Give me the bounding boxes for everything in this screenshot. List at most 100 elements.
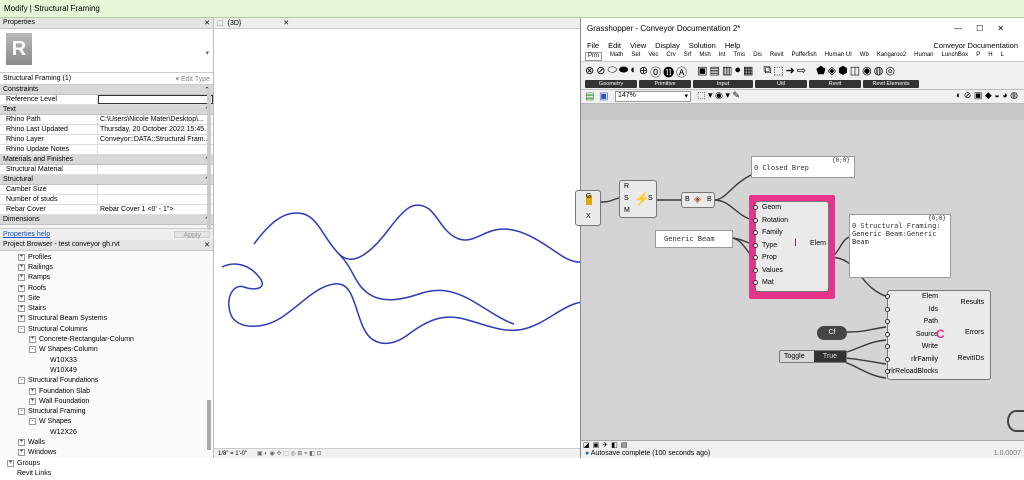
tree-item[interactable]: + Stairs [3, 303, 210, 313]
tree-item[interactable]: + Foundation Slab [3, 386, 210, 396]
tree-item[interactable]: - Structural Columns [3, 324, 210, 334]
expand-icon[interactable]: + [29, 397, 36, 405]
expand-icon[interactable]: + [18, 438, 25, 446]
collapse-icon[interactable]: - [29, 346, 36, 354]
chevron-down-icon[interactable]: ▾ [205, 49, 209, 57]
tree-item[interactable]: + Windows [3, 448, 210, 458]
gh-menu-item[interactable]: Help [725, 41, 740, 51]
close-icon[interactable]: ✕ [997, 24, 1018, 33]
collapse-icon[interactable]: - [18, 408, 25, 416]
gh-menu-item[interactable]: Solution [689, 41, 716, 51]
expand-icon[interactable]: + [18, 305, 25, 313]
gh-tab[interactable]: Trns [733, 52, 745, 61]
tree-item[interactable]: Revit Links [3, 468, 210, 478]
gh-tab[interactable]: Vec [648, 52, 658, 61]
gh-menu-item[interactable]: Edit [608, 41, 621, 51]
property-value[interactable]: Rebar Cover 1 <0' - 1"> [98, 205, 213, 214]
gh-partial-node[interactable]: G X [575, 190, 601, 226]
gh-menu-item[interactable]: Display [655, 41, 680, 51]
property-value[interactable] [98, 195, 213, 204]
close-icon[interactable]: ✕ [204, 19, 210, 27]
gh-input-port[interactable] [753, 230, 758, 235]
gh-input-port[interactable] [753, 255, 758, 260]
collapse-icon[interactable]: - [29, 418, 36, 426]
gh-input-port[interactable] [753, 205, 758, 210]
property-category[interactable]: Dimensions⌃ [0, 215, 213, 225]
expand-icon[interactable]: + [18, 253, 25, 261]
tree-item[interactable]: - Structural Foundations [3, 376, 210, 386]
gh-tab[interactable]: Kangaroo2 [877, 52, 906, 61]
tree-item[interactable]: + Railings [3, 262, 210, 272]
expand-icon[interactable]: + [18, 315, 25, 323]
expand-icon[interactable]: + [18, 284, 25, 292]
properties-help-link[interactable]: Properties help [3, 231, 50, 238]
gh-brep-node[interactable]: B ◈ B [681, 192, 715, 208]
apply-button[interactable]: Apply [174, 231, 210, 239]
view-3d[interactable]: ⬚ {3D} ✕ 1/8" = 1'-0" ▣ ◐ ◉ ✣ ⬚ ◎ ⊞ ⌖ ◧ … [214, 18, 586, 458]
tree-item[interactable]: + Ramps [3, 273, 210, 283]
maximize-icon[interactable]: ☐ [976, 24, 997, 33]
edit-type-button[interactable]: Edit Type [181, 76, 210, 83]
gh-boolean-toggle[interactable]: Toggle True [779, 350, 847, 363]
property-value[interactable] [98, 165, 213, 174]
gh-tab[interactable]: LunchBox [942, 52, 969, 61]
gh-toolbar-group[interactable]: Primitive [639, 80, 691, 88]
gh-tab[interactable]: Msh [699, 52, 710, 61]
preview-icons[interactable]: ◐ ⊘ ▣ ◆ ◒ ◕ ◍ [956, 90, 1018, 101]
gh-tab[interactable]: H [988, 52, 992, 61]
expand-icon[interactable]: + [18, 294, 25, 302]
view-control-icons[interactable]: ▣ ◐ ◉ ✣ ⬚ ◎ ⊞ ⌖ ◧ ⊡ [257, 451, 322, 457]
tree-item[interactable]: -W Shapes [3, 417, 210, 427]
tree-item[interactable]: + Site [3, 293, 210, 303]
properties-scrollbar[interactable] [207, 90, 211, 230]
gh-toolbar-group[interactable]: Revit [809, 80, 861, 88]
gh-tab[interactable]: Pufferfish [792, 52, 817, 61]
close-icon[interactable]: ✕ [283, 19, 289, 27]
property-value[interactable] [98, 95, 213, 104]
gh-input-port[interactable] [885, 356, 890, 362]
gh-tab[interactable]: Int [719, 52, 726, 61]
gh-conveyor-node[interactable]: Elem Ids Path Source Write rlrFamily rlrReload… [885, 290, 991, 380]
property-value[interactable]: Conveyor::DATA::Structural Fram... [98, 135, 213, 144]
property-value[interactable]: C:\Users\Nicole Mater\Desktop\... [98, 115, 213, 124]
tree-item[interactable]: -W Shapes-Column [3, 345, 210, 355]
tree-item[interactable]: + Roofs [3, 283, 210, 293]
property-category[interactable]: Text⌃ [0, 105, 213, 115]
gh-tab[interactable]: L [1001, 52, 1004, 61]
tree-item[interactable]: W10X33 [3, 355, 210, 365]
property-category[interactable]: Materials and Finishes⌃ [0, 155, 213, 165]
collapse-icon[interactable]: - [18, 377, 25, 385]
tree-item[interactable]: + Walls [3, 437, 210, 447]
gh-input-port[interactable] [753, 217, 758, 223]
instance-selector[interactable]: Structural Framing (1) ▾ Edit Type [0, 73, 213, 85]
close-icon[interactable]: ✕ [204, 241, 210, 249]
tree-item[interactable]: W10X49 [3, 365, 210, 375]
gh-tab[interactable]: Srf [684, 52, 692, 61]
gh-cf-node[interactable]: Cf [817, 326, 847, 340]
gh-toolbar-group[interactable]: Input [693, 80, 753, 88]
browser-scrollbar[interactable] [207, 400, 211, 450]
gh-tab[interactable]: Human UI [825, 52, 852, 61]
property-category[interactable]: Constraints⌃ [0, 85, 213, 95]
tree-item[interactable]: + Structural Beam Systems [3, 314, 210, 324]
gh-input-port[interactable] [753, 242, 758, 248]
expand-icon[interactable]: + [29, 387, 36, 395]
property-value[interactable] [98, 145, 213, 154]
gh-tab[interactable]: Dis [753, 52, 762, 61]
gh-add-structural-framing-node[interactable]: Geom Rotation Family Type Prop Values Mat Ⅰ El… [753, 201, 829, 292]
gh-component-icons[interactable]: ⊗ ⊘ ⬭ ⬬ ◐ ⊕ ⓪ ⓫ Ⓐ ▣ ▤ ▥ ● ▦ ⧉ ⬚ ➜ ⇨ ⬟ ◈ ⬢ ◫ ◉ ◍ ◎ [585, 64, 895, 80]
gh-doc-name[interactable]: Conveyor Documentation [933, 41, 1018, 51]
view-tab-3d[interactable]: {3D} [228, 20, 242, 27]
gh-tab[interactable]: Set [631, 52, 640, 61]
expand-icon[interactable]: + [18, 263, 25, 271]
gh-toolbar-group[interactable]: Geometry [585, 80, 637, 88]
expand-icon[interactable]: + [29, 336, 36, 344]
expand-icon[interactable]: + [7, 459, 14, 467]
chevron-down-icon[interactable]: ▾ [175, 76, 179, 83]
gh-input-port[interactable] [885, 294, 890, 299]
tree-item[interactable]: + Concrete-Rectangular-Column [3, 334, 210, 344]
toggle-value[interactable]: True [814, 351, 846, 362]
gh-tab[interactable]: Crv [666, 52, 675, 61]
chevron-down-icon[interactable]: ▾ [684, 92, 688, 100]
view-scale[interactable]: 1/8" = 1'-0" [218, 451, 247, 457]
